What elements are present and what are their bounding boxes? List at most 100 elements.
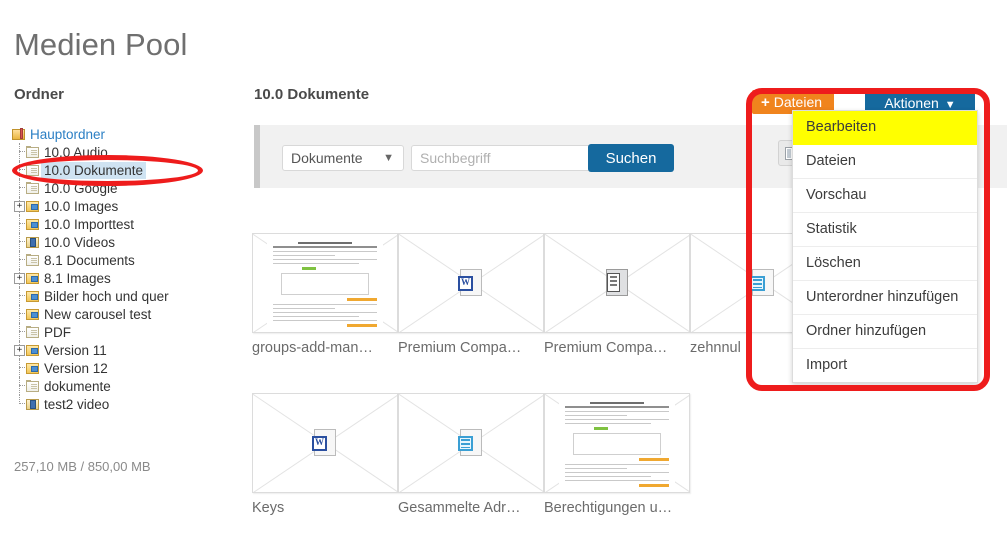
tree-item-label: New carousel test <box>44 306 152 322</box>
menu-item-bearbeiten[interactable]: Bearbeiten <box>793 111 977 145</box>
icon-body <box>26 183 39 194</box>
preview-line <box>273 308 335 309</box>
preview-line <box>638 484 669 487</box>
tree-item-hauptordner[interactable]: Hauptordner <box>12 125 250 143</box>
file-tile[interactable]: Keys <box>252 393 398 516</box>
icon-body <box>26 273 39 284</box>
tree-item-10-0-google[interactable]: 10.0 Google <box>12 179 250 197</box>
image-folder-icon <box>26 361 40 375</box>
tree-item-label: 10.0 Importtest <box>44 216 135 232</box>
search-submit-button[interactable]: Suchen <box>588 144 674 172</box>
search-type-value: Dokumente <box>291 150 363 166</box>
main-folder-icon <box>12 127 26 141</box>
icon-body <box>26 381 39 392</box>
tree-item-label: PDF <box>44 324 71 340</box>
tree-item-10-0-dokumente[interactable]: 10.0 Dokumente <box>12 161 250 179</box>
storage-usage-label: 257,10 MB / 850,00 MB <box>14 459 151 474</box>
file-tile[interactable]: Premium Compa… <box>544 233 690 356</box>
tree-item-10-0-audio[interactable]: 10.0 Audio <box>12 143 250 161</box>
file-thumbnail[interactable] <box>544 233 690 333</box>
tree-item-new-carousel-test[interactable]: New carousel test <box>12 305 250 323</box>
menu-item-l-schen[interactable]: Löschen <box>793 247 977 281</box>
preview-line <box>273 251 377 252</box>
preview-line <box>565 423 651 424</box>
file-thumbnail[interactable] <box>398 393 544 493</box>
file-tile[interactable]: Berechtigungen u… <box>544 393 690 516</box>
menu-item-statistik[interactable]: Statistik <box>793 213 977 247</box>
menu-item-unterordner-hinzuf-gen[interactable]: Unterordner hinzufügen <box>793 281 977 315</box>
file-caption: Gesammelte Adr… <box>398 500 521 516</box>
menu-item-import[interactable]: Import <box>793 349 977 382</box>
file-tile[interactable]: Premium Compa… <box>398 233 544 356</box>
file-tile[interactable]: Gesammelte Adr… <box>398 393 544 516</box>
icon-body <box>12 129 25 140</box>
menu-item-ordner-hinzuf-gen[interactable]: Ordner hinzufügen <box>793 315 977 349</box>
breadcrumb: 10.0 Dokumente <box>254 86 370 103</box>
image-folder-icon <box>26 217 40 231</box>
preview-line <box>301 267 316 270</box>
icon-body <box>26 237 39 248</box>
preview-line <box>346 298 377 301</box>
preview-line <box>638 458 669 461</box>
tree-item-label: Bilder hoch und quer <box>44 288 169 304</box>
search-type-select[interactable]: Dokumente ▼ <box>282 145 404 171</box>
actions-label: Aktionen <box>884 95 939 111</box>
tree-item-label: 10.0 Videos <box>44 234 116 250</box>
tree-item-test2-video[interactable]: test2 video <box>12 395 250 413</box>
file-thumbnail[interactable] <box>398 233 544 333</box>
icon-body <box>26 219 39 230</box>
tree-item-8-1-images[interactable]: +8.1 Images <box>12 269 250 287</box>
tree-item-label: Hauptordner <box>30 126 106 142</box>
file-caption: Premium Compa… <box>544 340 668 356</box>
zip-file-icon <box>604 269 630 297</box>
tree-item-10-0-videos[interactable]: 10.0 Videos <box>12 233 250 251</box>
icon-body <box>26 309 39 320</box>
tree-item-version-11[interactable]: + Version 11 <box>12 341 250 359</box>
icon-body <box>26 255 39 266</box>
excel-file-icon <box>458 429 484 457</box>
preview-line <box>590 402 644 404</box>
image-folder-icon <box>26 343 40 357</box>
preview-line <box>273 312 377 313</box>
tree-item-10-0-importtest[interactable]: 10.0 Importtest <box>12 215 250 233</box>
tree-item-label: 10.0 Dokumente <box>41 161 147 179</box>
document-folder-icon <box>26 145 40 159</box>
tree-item-10-0-images[interactable]: +10.0 Images <box>12 197 250 215</box>
preview-line <box>273 246 377 248</box>
search-input[interactable] <box>411 145 591 171</box>
preview-line <box>565 476 651 477</box>
folder-tree: Hauptordner 10.0 Audio 10.0 Dokumente 10.0 … <box>12 125 250 413</box>
add-files-label: Dateien <box>773 94 823 110</box>
menu-item-vorschau[interactable]: Vorschau <box>793 179 977 213</box>
tree-item-bilder-hoch-und-quer[interactable]: Bilder hoch und quer <box>12 287 250 305</box>
image-folder-icon <box>26 289 40 303</box>
tree-item-label: Version 11 <box>44 342 107 358</box>
chevron-down-icon: ▼ <box>383 152 394 164</box>
file-thumbnail[interactable] <box>544 393 690 493</box>
tree-item-pdf[interactable]: PDF <box>12 323 250 341</box>
preview-line <box>565 464 669 465</box>
file-thumbnail[interactable] <box>252 393 398 493</box>
tree-item-label: 8.1 Documents <box>44 252 135 268</box>
file-type-badge <box>750 276 765 291</box>
tree-item-version-12[interactable]: Version 12 <box>12 359 250 377</box>
tree-expander-icon[interactable]: + <box>14 273 25 284</box>
tree-item-8-1-documents[interactable]: 8.1 Documents <box>12 251 250 269</box>
tree-item-dokumente[interactable]: dokumente <box>12 377 250 395</box>
word-file-icon <box>312 429 338 457</box>
word-file-icon <box>458 269 484 297</box>
preview-line <box>573 433 661 455</box>
preview-line <box>565 406 669 408</box>
preview-line <box>565 419 669 420</box>
file-thumbnail[interactable] <box>252 233 398 333</box>
menu-item-dateien[interactable]: Dateien <box>793 145 977 179</box>
tree-item-label: dokumente <box>44 378 111 394</box>
tree-item-label: 10.0 Audio <box>44 144 108 160</box>
file-tile[interactable]: groups-add-man… <box>252 233 398 356</box>
tree-expander-icon[interactable]: + <box>14 345 25 356</box>
tree-expander-icon[interactable]: + <box>14 201 25 212</box>
preview-line <box>298 242 352 244</box>
preview-line <box>565 468 627 469</box>
document-page-preview <box>559 398 675 488</box>
excel-file-icon <box>750 269 776 297</box>
